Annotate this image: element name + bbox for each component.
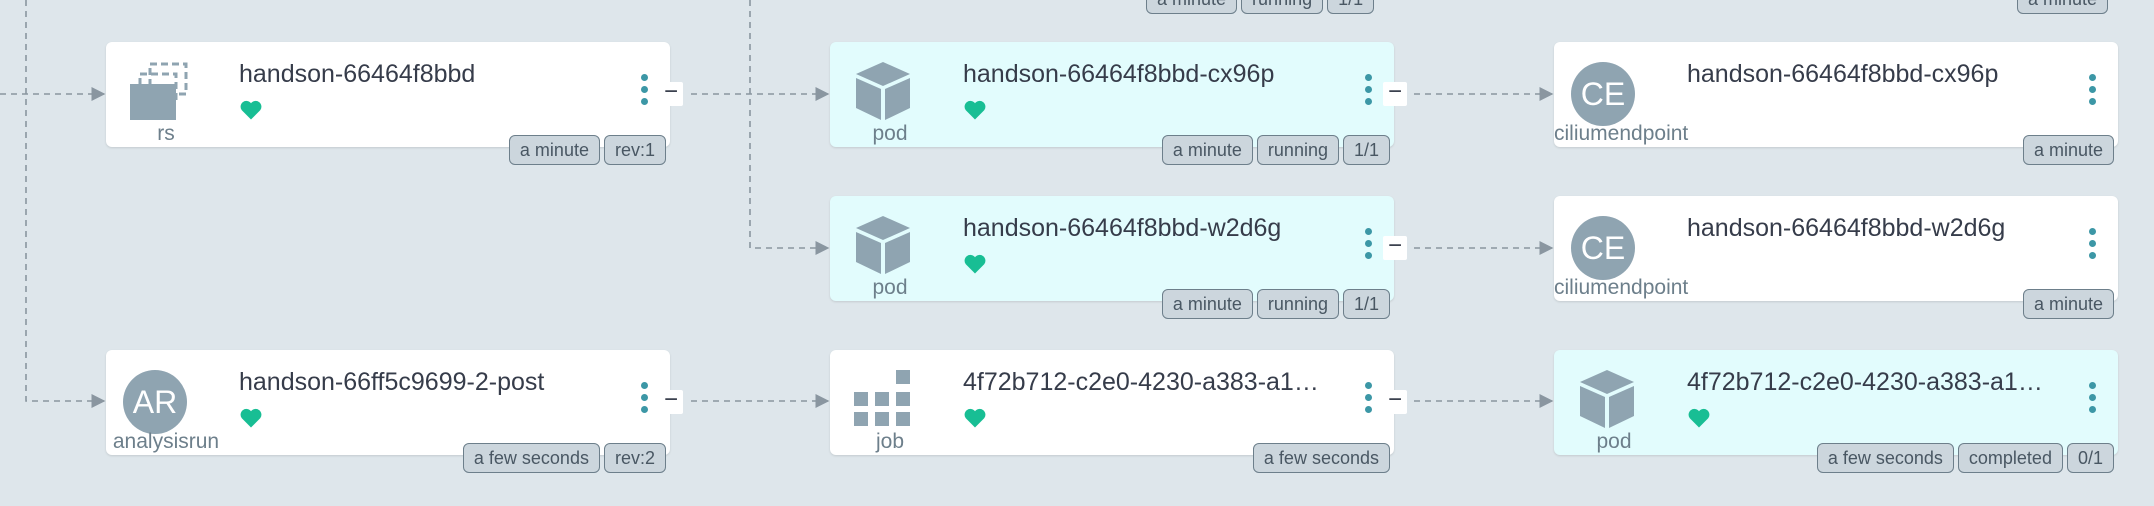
edge-vertical-to-pod-2 [749,0,830,255]
vertical-ellipsis-icon[interactable] [1362,74,1374,114]
tag: completed [1957,443,2063,473]
heart-icon [1688,408,1710,428]
node-kind-label: analysisrun [112,430,220,453]
node-title[interactable]: handson-66464f8bbd-w2d6g [963,214,1343,243]
node-kind-label: job [875,430,905,453]
vertical-ellipsis-icon[interactable] [638,382,650,422]
heart-icon [964,100,986,120]
node-title[interactable]: handson-66464f8bbd-cx96p [1687,60,2067,89]
collapse-button[interactable]: − [1383,80,1407,106]
ce-badge-icon: CE [1571,62,1635,126]
node-replicaset[interactable]: rs handson-66464f8bbd − a minute rev:1 [106,42,683,165]
heart-icon [240,100,262,120]
node-ciliumendpoint[interactable]: CE ciliumendpoint handson-66464f8bbd-w2d… [1554,196,2118,319]
offscreen-tags-middle: a minute running 1/1 [1146,0,2150,14]
node-ciliumendpoint[interactable]: CE ciliumendpoint handson-66464f8bbd-cx9… [1554,42,2118,165]
node-pod[interactable]: pod handson-66464f8bbd-cx96p − a minute … [830,42,1407,165]
heart-icon [240,408,262,428]
ar-badge-icon: AR [123,370,187,434]
node-kind-label: pod [872,122,908,145]
tag: a minute [2022,135,2114,165]
tag: 1/1 [1342,289,1390,319]
node-tags: a few seconds rev:2 [462,443,666,473]
cube-icon [852,214,914,276]
tag: rev:2 [603,443,666,473]
node-pod[interactable]: pod handson-66464f8bbd-w2d6g − a minute … [830,196,1407,319]
collapse-button[interactable]: − [1383,388,1407,414]
tag: running [1241,0,1324,14]
heart-icon [964,254,986,274]
node-kind-label: ciliumendpoint [1554,276,1689,299]
node-tags: a few seconds completed 0/1 [1816,443,2114,473]
node-analysisrun[interactable]: AR analysisrun handson-66ff5c9699-2-post… [106,350,683,473]
ce-badge-icon: CE [1571,216,1635,280]
tag: a minute [1161,289,1253,319]
grid-blocks-icon [852,368,914,430]
edge-left-vertical [25,0,106,408]
tag: a minute [508,135,600,165]
node-title[interactable]: handson-66464f8bbd [239,60,619,89]
node-tags: a minute running 1/1 [1161,135,1390,165]
tag: a minute [2017,0,2109,14]
vertical-ellipsis-icon[interactable] [1362,382,1374,422]
tag: rev:1 [603,135,666,165]
node-kind-label: pod [1596,430,1632,453]
tag: a few seconds [462,443,600,473]
node-title[interactable]: 4f72b712-c2e0-4230-a383-a1… [963,368,1343,397]
node-tags: a few seconds [1252,443,1390,473]
node-kind-label: pod [872,276,908,299]
node-tags: a minute running 1/1 [1161,289,1390,319]
stacked-windows-icon [128,60,190,122]
collapse-button[interactable]: − [659,80,683,106]
vertical-ellipsis-icon[interactable] [2086,382,2098,422]
cube-icon [852,60,914,122]
vertical-ellipsis-icon[interactable] [2086,228,2098,268]
node-title[interactable]: 4f72b712-c2e0-4230-a383-a1… [1687,368,2067,397]
node-tags: a minute rev:1 [508,135,666,165]
offscreen-tags-right: a minute [2017,0,2150,14]
cube-icon [1576,368,1638,430]
vertical-ellipsis-icon[interactable] [2086,74,2098,114]
node-tags: a minute [2022,135,2114,165]
node-job[interactable]: job 4f72b712-c2e0-4230-a383-a1… − a few … [830,350,1407,473]
vertical-ellipsis-icon[interactable] [638,74,650,114]
tag: a minute [1146,0,1238,14]
vertical-ellipsis-icon[interactable] [1362,228,1374,268]
node-title[interactable]: handson-66ff5c9699-2-post [239,368,619,397]
tag: 0/1 [2066,443,2114,473]
tag: a minute [1161,135,1253,165]
node-kind-label: ciliumendpoint [1554,122,1689,145]
node-tags: a minute [2022,289,2114,319]
tag: a few seconds [1252,443,1390,473]
tag: 1/1 [1327,0,1375,14]
node-title[interactable]: handson-66464f8bbd-w2d6g [1687,214,2067,243]
collapse-button[interactable]: − [1383,234,1407,260]
tag: running [1256,289,1339,319]
tag: running [1256,135,1339,165]
node-title[interactable]: handson-66464f8bbd-cx96p [963,60,1343,89]
node-pod[interactable]: pod 4f72b712-c2e0-4230-a383-a1… a few se… [1554,350,2118,473]
heart-icon [964,408,986,428]
tag: a minute [2022,289,2114,319]
tag: a few seconds [1816,443,1954,473]
collapse-button[interactable]: − [659,388,683,414]
node-kind-label: rs [157,122,175,145]
tag: 1/1 [1342,135,1390,165]
